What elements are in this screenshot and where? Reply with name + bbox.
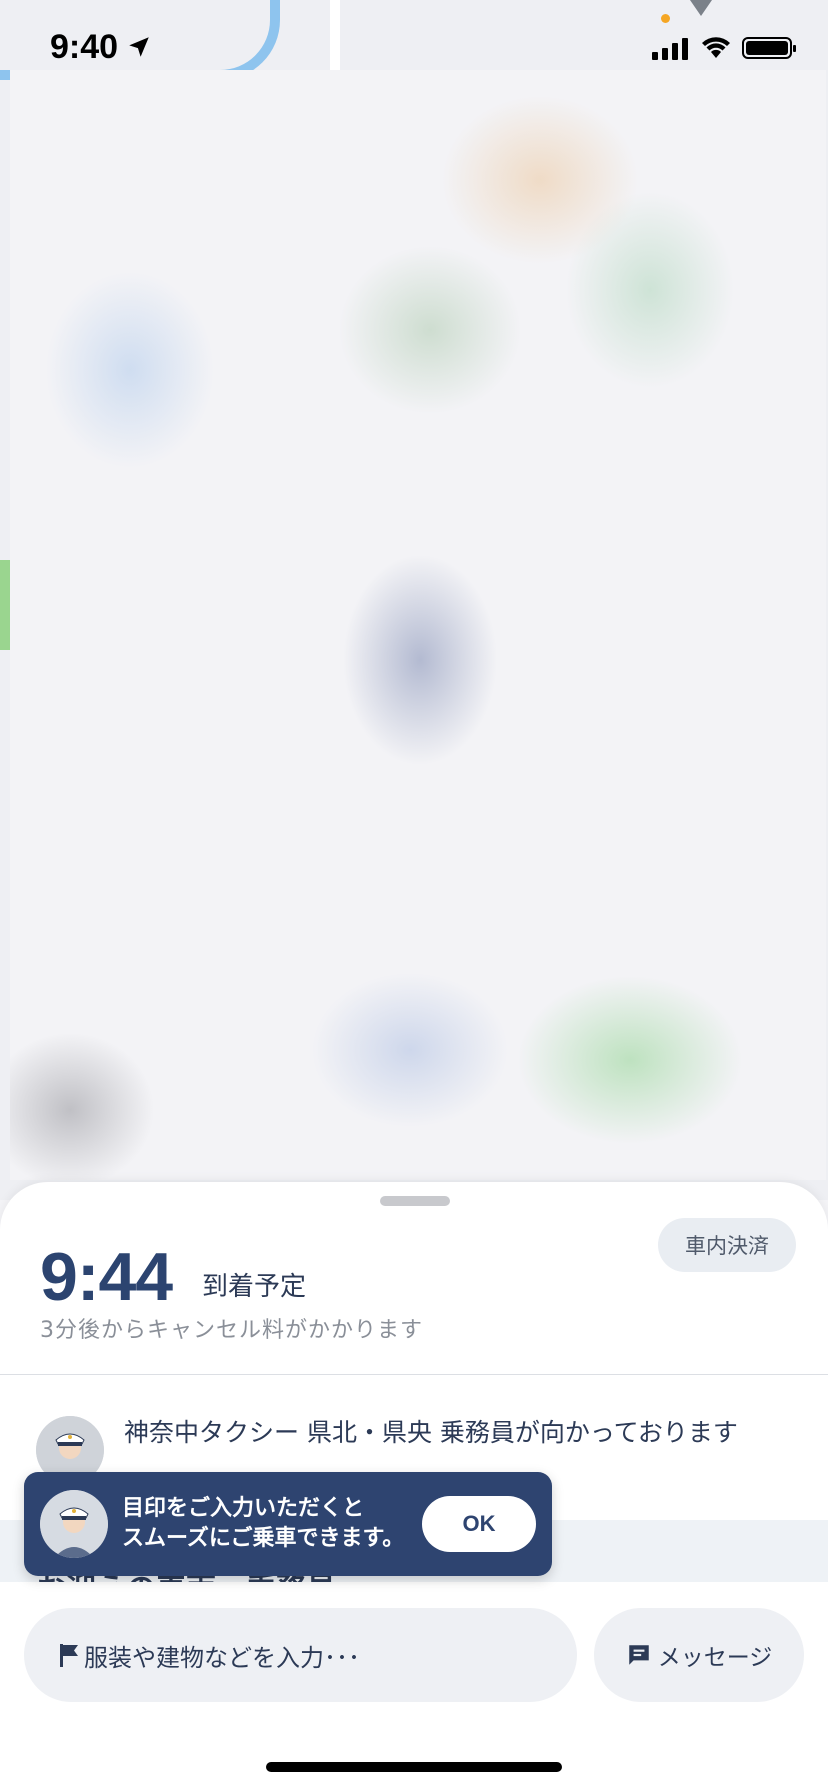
eta-label: 到着予定 xyxy=(202,1272,307,1302)
status-bar: 9:40 xyxy=(0,0,828,100)
message-icon xyxy=(628,1645,649,1665)
divider xyxy=(0,1374,828,1375)
map-view[interactable] xyxy=(0,0,828,1200)
payment-method-badge: 車内決済 xyxy=(658,1218,796,1272)
battery-icon xyxy=(742,37,796,59)
toast-ok-button[interactable]: OK xyxy=(422,1496,536,1552)
landmark-input[interactable]: 服装や建物などを入力･･･ xyxy=(24,1608,577,1702)
map-area[interactable] xyxy=(10,70,826,1180)
driver-icon xyxy=(40,1490,108,1558)
map-park xyxy=(0,560,10,650)
home-indicator[interactable] xyxy=(266,1762,562,1772)
message-button-label: メッセージ xyxy=(657,1645,773,1671)
signal-icon xyxy=(652,36,688,60)
cancellation-fee-note: 3分後からキャンセル料がかかります xyxy=(40,1318,423,1343)
flag-icon xyxy=(60,1644,78,1667)
landmark-hint-toast: 目印をご入力いただくと スムーズにご乗車できます。 OK xyxy=(24,1472,552,1576)
toast-message: 目印をご入力いただくと スムーズにご乗車できます。 xyxy=(122,1496,405,1551)
landmark-input-placeholder: 服装や建物などを入力･･･ xyxy=(84,1643,360,1672)
message-button[interactable]: メッセージ xyxy=(594,1608,804,1702)
toast-driver-avatar xyxy=(40,1490,108,1558)
location-arrow-icon xyxy=(129,37,149,57)
wifi-icon xyxy=(702,37,730,58)
eta-time: 9:44 xyxy=(40,1239,173,1315)
privacy-indicator xyxy=(661,14,670,23)
status-time: 9:40 xyxy=(50,28,119,66)
sheet-grabber[interactable] xyxy=(380,1196,450,1206)
bottom-action-bar: 服装や建物などを入力･･･ メッセージ xyxy=(0,1582,828,1792)
